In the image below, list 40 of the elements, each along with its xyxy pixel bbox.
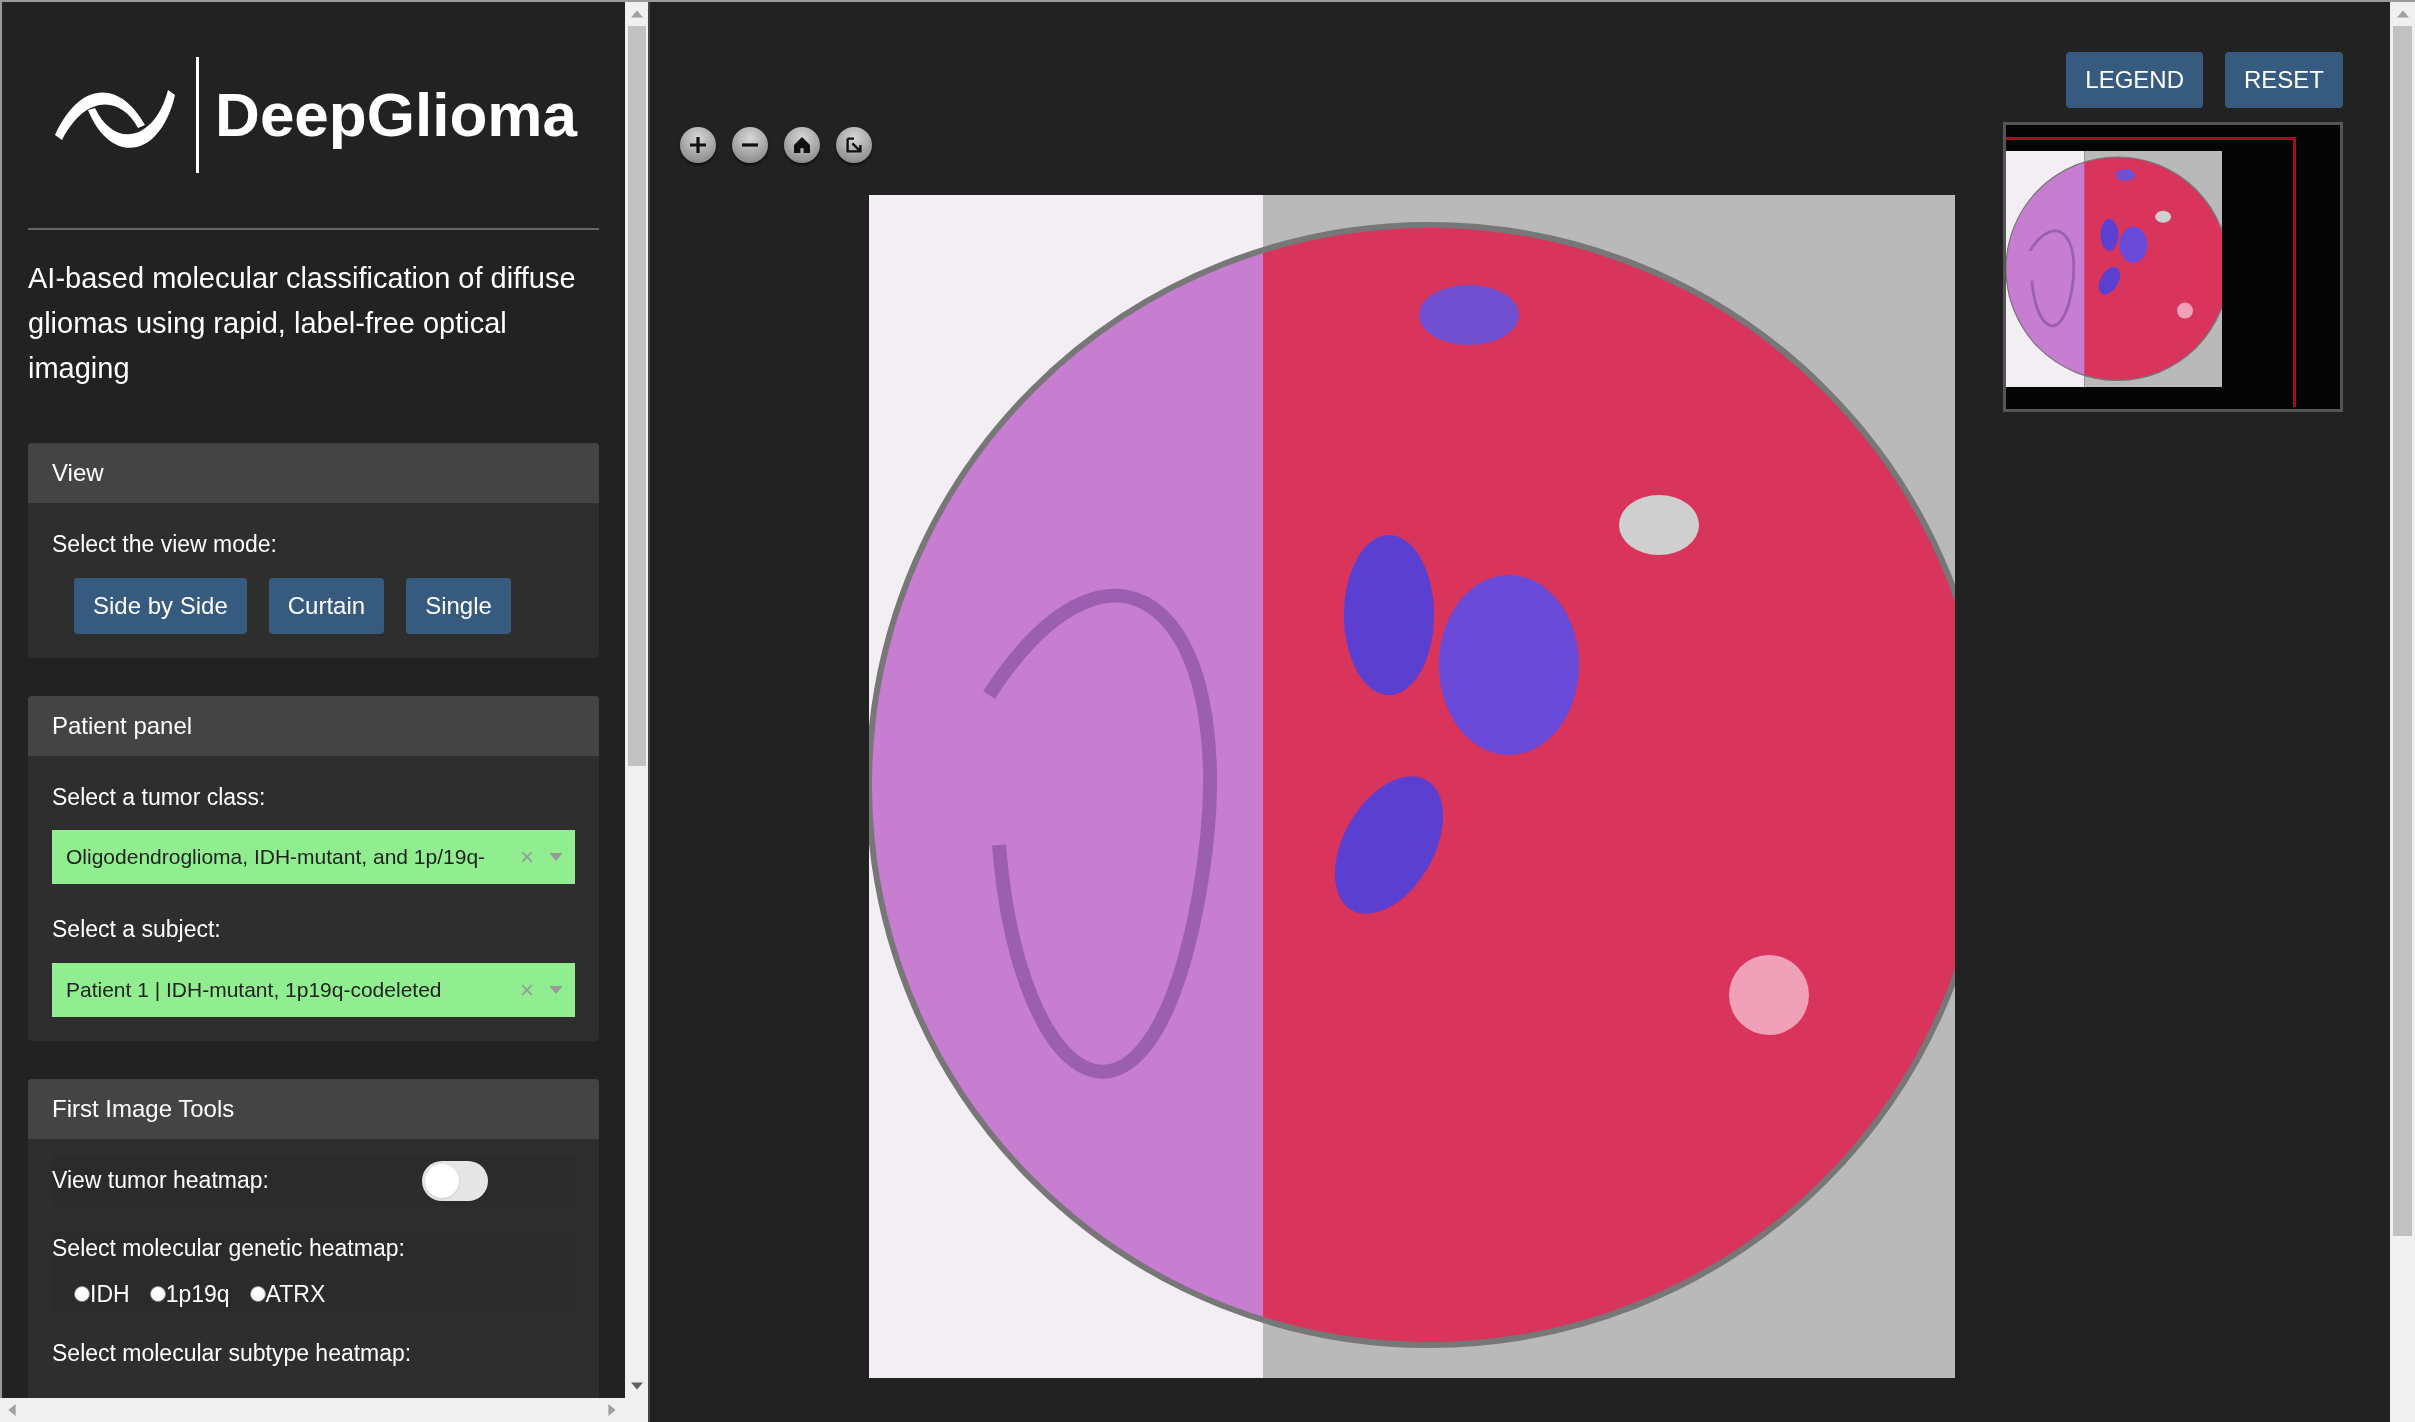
- scroll-up-icon[interactable]: [2396, 10, 2409, 18]
- radio-option[interactable]: ATRX: [249, 1277, 326, 1312]
- field-label: View tumor heatmap:: [52, 1166, 270, 1196]
- scroll-down-icon[interactable]: [630, 1382, 643, 1390]
- view-mode-button[interactable]: Side by Side: [74, 577, 247, 634]
- vertical-scrollbar[interactable]: [625, 2, 648, 1398]
- zoom-in-button[interactable]: [680, 127, 716, 163]
- radio-option[interactable]: IDH: [74, 1277, 130, 1312]
- clear-icon[interactable]: [521, 983, 533, 996]
- home-icon: [794, 137, 810, 153]
- home-button[interactable]: [784, 127, 820, 163]
- field-label: Select a subject:: [52, 915, 222, 944]
- view-mode-button[interactable]: Single: [406, 577, 511, 634]
- vertical-scrollbar[interactable]: [2390, 2, 2415, 1422]
- radio-option[interactable]: 1p19q: [149, 1277, 230, 1312]
- plus-icon: [690, 137, 706, 153]
- field-label: Select molecular genetic heatmap:: [52, 1233, 406, 1263]
- panel-header: Patient panel: [28, 695, 599, 756]
- fullscreen-button[interactable]: [836, 127, 872, 163]
- tagline: AI-based molecular classification of diffuse gliomas using rapid, label-free optical imaging: [28, 261, 577, 386]
- zoom-out-button[interactable]: [732, 127, 768, 163]
- viewer-button[interactable]: RESET: [2225, 52, 2343, 108]
- viewer-button[interactable]: LEGEND: [2066, 52, 2203, 108]
- field-label: Select the view mode:: [52, 530, 278, 559]
- select-field[interactable]: Patient 1 | IDH-mutant, 1p19q-codeleted: [52, 962, 575, 1017]
- field-label: Select a tumor class:: [52, 782, 267, 812]
- scroll-left-icon[interactable]: [8, 1404, 16, 1416]
- toggle-switch[interactable]: [422, 1160, 488, 1201]
- caret-icon[interactable]: [549, 985, 563, 994]
- field-label: Select molecular subtype heatmap:: [52, 1338, 413, 1368]
- select-field[interactable]: Oligodendroglioma, IDH-mutant, and 1p/19q-: [52, 830, 575, 884]
- expand-icon: [846, 137, 862, 153]
- view-mode-button[interactable]: Curtain: [268, 577, 385, 634]
- scroll-up-icon[interactable]: [630, 10, 643, 18]
- panel-header: View: [28, 443, 599, 503]
- panel-header: First Image Tools: [28, 1078, 599, 1139]
- horizontal-scrollbar[interactable]: [0, 1398, 648, 1422]
- scroll-right-icon[interactable]: [608, 1404, 616, 1416]
- clear-icon[interactable]: [521, 851, 533, 863]
- caret-icon[interactable]: [549, 853, 563, 861]
